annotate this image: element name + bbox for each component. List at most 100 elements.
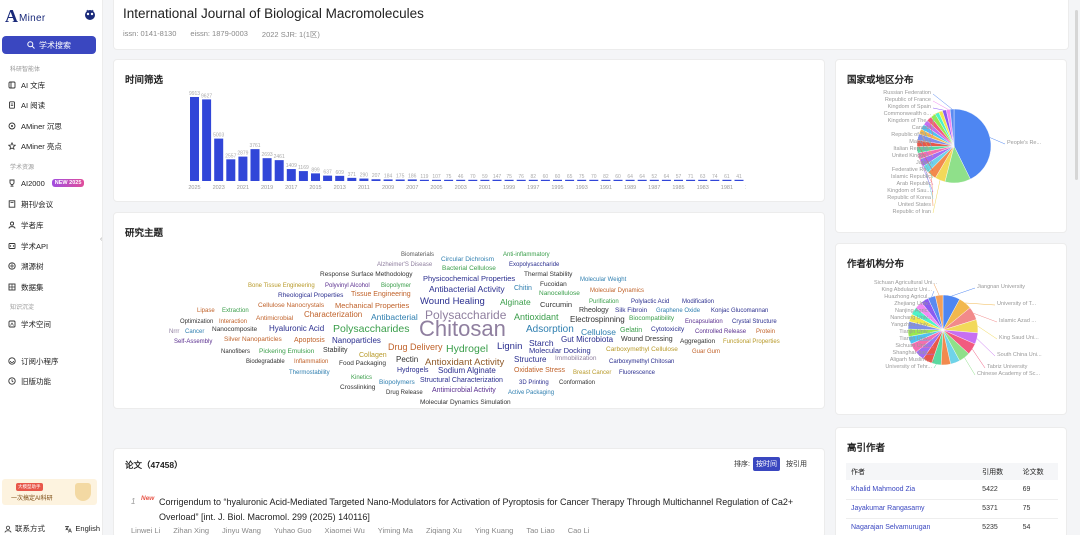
- topic-word[interactable]: Alginate: [500, 298, 531, 307]
- year-bar[interactable]: [298, 171, 308, 181]
- language-switch[interactable]: English: [64, 523, 100, 534]
- topic-word[interactable]: Alzheimer'S Disease: [377, 262, 432, 268]
- sidebar-item-journals[interactable]: 期刊/会议: [8, 198, 98, 210]
- paper-author-link[interactable]: Ying Kuang: [475, 526, 514, 535]
- topic-word[interactable]: Crosslinking: [340, 384, 375, 392]
- academic-search-button[interactable]: 学术搜索: [2, 36, 96, 54]
- paper-title-link[interactable]: Corrigendum to “hyaluronic Acid-Mediated…: [159, 495, 799, 525]
- year-bar[interactable]: [432, 179, 441, 181]
- topic-word[interactable]: Antimicrobial Activity: [432, 387, 496, 394]
- year-bar[interactable]: [419, 179, 429, 181]
- year-bar[interactable]: [710, 179, 720, 181]
- topic-word[interactable]: Carboxymethyl Cellulose: [606, 346, 678, 354]
- topic-word[interactable]: Biocompatibility: [629, 315, 674, 323]
- year-bar[interactable]: [565, 179, 575, 181]
- topic-word[interactable]: Gut Microbiota: [561, 336, 613, 344]
- sort-by-time-button[interactable]: 按时间: [753, 457, 780, 471]
- year-bar[interactable]: [371, 179, 381, 181]
- sidebar-item-ai2000[interactable]: AI2000 NEW 2025: [8, 177, 98, 189]
- sidebar-item-scholars[interactable]: 学者库: [8, 219, 98, 231]
- topic-word[interactable]: Fluorescence: [619, 370, 655, 376]
- author-name-link[interactable]: Nagarajan Selvamurugan: [846, 518, 978, 535]
- year-bar[interactable]: [395, 179, 405, 181]
- topic-word[interactable]: Carboxymethyl Chitosan: [609, 359, 674, 365]
- collapse-sidebar-icon[interactable]: ‹: [100, 236, 106, 244]
- topic-word[interactable]: Biodegradable: [246, 359, 285, 365]
- emblem-icon[interactable]: [84, 9, 96, 21]
- topic-word[interactable]: Thermal Stability: [524, 271, 572, 279]
- contact-link[interactable]: 联系方式: [4, 523, 45, 534]
- paper-author-link[interactable]: Ziqiang Xu: [426, 526, 462, 535]
- topic-word[interactable]: Characterization: [304, 311, 362, 319]
- topic-word[interactable]: Kinetics: [351, 375, 372, 381]
- topic-word[interactable]: Wound Dressing: [621, 336, 673, 343]
- topic-word[interactable]: Aggregation: [680, 338, 715, 346]
- topic-word[interactable]: Silver Nanoparticles: [224, 336, 282, 344]
- author-name-link[interactable]: Khalid Mahmood Zia: [846, 480, 978, 500]
- year-bar[interactable]: [661, 179, 671, 181]
- paper-author-link[interactable]: Yuhao Guo: [274, 526, 312, 535]
- topic-word[interactable]: Purification: [589, 299, 619, 305]
- topic-word[interactable]: Self-Assembly: [174, 339, 212, 345]
- sidebar-item-trace-tree[interactable]: 溯源树: [8, 260, 98, 272]
- topic-word[interactable]: Interaction: [219, 319, 247, 325]
- year-bar[interactable]: [238, 156, 248, 181]
- topic-word[interactable]: Hyaluronic Acid: [269, 325, 324, 333]
- year-bar[interactable]: [734, 179, 744, 181]
- topic-word[interactable]: Extraction: [222, 308, 249, 314]
- year-bar[interactable]: [250, 149, 260, 181]
- topic-word[interactable]: Fucoidan: [540, 281, 567, 289]
- topic-word[interactable]: Drug Delivery: [388, 343, 443, 352]
- topic-word[interactable]: Sodium Alginate: [438, 367, 496, 375]
- topic-word[interactable]: Bacterial Cellulose: [442, 265, 496, 273]
- topic-word[interactable]: Polylactic Acid: [631, 299, 669, 305]
- year-bar[interactable]: [480, 179, 490, 181]
- topic-word[interactable]: Modification: [682, 299, 714, 305]
- topic-word[interactable]: Electrospinning: [570, 316, 625, 324]
- topic-word[interactable]: Cellulose Nanocrystals: [258, 302, 324, 310]
- year-bar[interactable]: [722, 179, 732, 181]
- paper-author-link[interactable]: Cao Li: [568, 526, 590, 535]
- year-bar[interactable]: [674, 179, 683, 181]
- year-bar[interactable]: [359, 178, 369, 181]
- year-bar[interactable]: [190, 96, 199, 181]
- topic-word[interactable]: Biomaterials: [401, 252, 434, 258]
- year-bar[interactable]: [504, 179, 514, 181]
- year-bar[interactable]: [214, 138, 224, 181]
- year-bar[interactable]: [456, 179, 466, 181]
- topic-word[interactable]: Biopolymers: [379, 379, 415, 387]
- topic-word[interactable]: Molecular Docking: [529, 347, 591, 355]
- sidebar-item-datasets[interactable]: 数据集: [8, 281, 98, 293]
- paper-author-link[interactable]: Yiming Ma: [378, 526, 413, 535]
- sidebar-item-api[interactable]: 学术API: [8, 240, 98, 252]
- topic-word[interactable]: Circular Dichroism: [441, 256, 494, 264]
- topic-word[interactable]: Nanocomposite: [212, 326, 257, 334]
- topic-word[interactable]: Response Surface Methodology: [320, 271, 413, 279]
- topic-word[interactable]: Breast Cancer: [573, 370, 611, 376]
- sidebar-item-ai-library[interactable]: AI 文库: [8, 79, 98, 91]
- topic-word[interactable]: Nanoparticles: [332, 337, 381, 345]
- topic-word[interactable]: Guar Gum: [692, 349, 720, 355]
- topic-word[interactable]: Crystal Structure: [732, 319, 777, 325]
- topic-word[interactable]: Silk Fibroin: [615, 307, 647, 315]
- year-bar[interactable]: [589, 179, 599, 181]
- topic-word[interactable]: Molecular Dynamics Simulation: [420, 399, 511, 407]
- aminer-logo[interactable]: A Miner: [5, 7, 46, 25]
- topic-word[interactable]: Wound Healing: [420, 297, 485, 307]
- paper-author-link[interactable]: Zihan Xing: [173, 526, 209, 535]
- sidebar-item-subscribe-miniprogram[interactable]: 订阅小程序: [8, 355, 98, 367]
- year-bar[interactable]: [553, 179, 562, 181]
- topic-word[interactable]: Oxidative Stress: [514, 367, 565, 374]
- year-bar[interactable]: [286, 169, 296, 181]
- sort-by-citation-button[interactable]: 按引用: [783, 457, 810, 471]
- topic-word[interactable]: Protein: [756, 329, 775, 335]
- topic-word[interactable]: Inflammation: [294, 359, 328, 365]
- topic-word[interactable]: Molecular Weight: [580, 277, 626, 283]
- year-bar[interactable]: [492, 179, 502, 181]
- topic-word[interactable]: 3D Printing: [519, 380, 549, 386]
- sidebar-item-academic-space[interactable]: 学术空间: [8, 318, 98, 330]
- topic-word[interactable]: Encapsulation: [685, 319, 723, 325]
- topic-word[interactable]: Polyvinyl Alcohol: [325, 283, 370, 289]
- topic-word[interactable]: Apoptosis: [294, 337, 325, 344]
- year-bar[interactable]: [323, 175, 333, 181]
